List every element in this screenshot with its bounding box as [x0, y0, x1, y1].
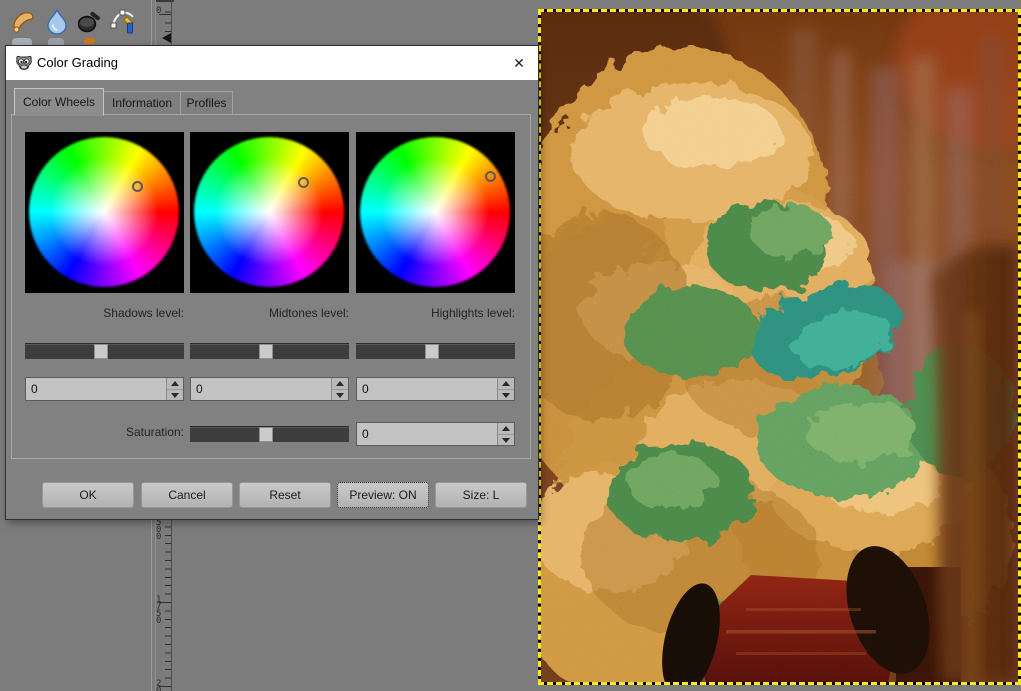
shadows-level-slider[interactable]	[25, 343, 184, 359]
shadows-wheel-box	[25, 132, 184, 293]
painting-image	[541, 12, 1018, 682]
dialog-titlebar[interactable]: Color Grading ✕	[6, 46, 538, 80]
tab-color-wheels[interactable]: Color Wheels	[14, 88, 104, 116]
highlights-wheel-box	[356, 132, 515, 293]
ruler-label: 0	[156, 6, 162, 16]
shadows-level-spinner[interactable]: 0	[25, 377, 184, 401]
gimp-application-window: 0 1500 1750 2000	[0, 0, 1021, 691]
reset-button[interactable]: Reset	[239, 482, 331, 508]
spin-up-icon[interactable]	[332, 378, 348, 389]
tab-profiles[interactable]: Profiles	[180, 91, 233, 115]
tool-row2-sliver	[48, 38, 64, 45]
midtones-color-wheel[interactable]	[194, 137, 344, 287]
ruler-label: 1750	[156, 595, 162, 626]
highlights-color-wheel[interactable]	[360, 137, 510, 287]
tool-row2-sliver	[84, 38, 95, 44]
tool-row2-sliver	[12, 38, 32, 45]
shadows-level-label: Shadows level:	[103, 306, 184, 320]
shadows-wheel-marker[interactable]	[131, 180, 143, 192]
midtones-level-slider[interactable]	[190, 343, 349, 359]
preview-toggle-button[interactable]: Preview: ON	[337, 482, 429, 508]
spin-down-icon[interactable]	[332, 389, 348, 401]
spin-up-icon[interactable]	[498, 378, 514, 389]
size-button[interactable]: Size: L	[435, 482, 527, 508]
highlights-wheel-marker[interactable]	[484, 170, 496, 182]
highlights-level-label: Highlights level:	[430, 306, 515, 320]
dialog-title: Color Grading	[37, 55, 118, 70]
ruler-position-marker	[162, 33, 171, 43]
slider-thumb[interactable]	[259, 427, 274, 442]
saturation-slider[interactable]	[190, 426, 349, 442]
spin-up-icon[interactable]	[498, 423, 514, 434]
spin-buttons	[497, 378, 514, 400]
ruler-label: 2000	[156, 679, 162, 691]
midtones-level-value[interactable]: 0	[196, 382, 203, 396]
gimp-wilber-icon	[15, 54, 33, 76]
saturation-label: Saturation:	[125, 425, 184, 439]
saturation-spinner[interactable]: 0	[356, 422, 515, 446]
slider-thumb[interactable]	[94, 344, 109, 359]
midtones-wheel-box	[190, 132, 349, 293]
dodge-burn-tool-icon[interactable]	[75, 7, 105, 35]
cancel-button[interactable]: Cancel	[141, 482, 233, 508]
midtones-level-label: Midtones level:	[268, 306, 349, 320]
tab-information[interactable]: Information	[103, 91, 181, 115]
slider-thumb[interactable]	[259, 344, 274, 359]
highlights-level-slider[interactable]	[356, 343, 515, 359]
shadows-level-value[interactable]: 0	[31, 382, 38, 396]
midtones-wheel-marker[interactable]	[297, 176, 309, 188]
spin-down-icon[interactable]	[498, 434, 514, 446]
image-canvas[interactable]	[538, 9, 1021, 685]
ok-button[interactable]: OK	[42, 482, 134, 508]
spin-down-icon[interactable]	[498, 389, 514, 401]
highlights-level-spinner[interactable]: 0	[356, 377, 515, 401]
highlights-level-value[interactable]: 0	[362, 382, 369, 396]
blur-tool-icon[interactable]	[42, 7, 72, 35]
paths-tool-icon[interactable]	[109, 7, 139, 35]
saturation-value[interactable]: 0	[362, 427, 369, 441]
smudge-tool-icon[interactable]	[8, 7, 38, 35]
spin-buttons	[166, 378, 183, 400]
spin-up-icon[interactable]	[167, 378, 183, 389]
spin-down-icon[interactable]	[167, 389, 183, 401]
color-grading-dialog: Color Grading ✕ Color Wheels Information…	[5, 45, 539, 520]
close-icon[interactable]: ✕	[508, 53, 530, 73]
shadows-color-wheel[interactable]	[29, 137, 179, 287]
spin-buttons	[497, 423, 514, 445]
spin-buttons	[331, 378, 348, 400]
slider-thumb[interactable]	[425, 344, 440, 359]
midtones-level-spinner[interactable]: 0	[190, 377, 349, 401]
